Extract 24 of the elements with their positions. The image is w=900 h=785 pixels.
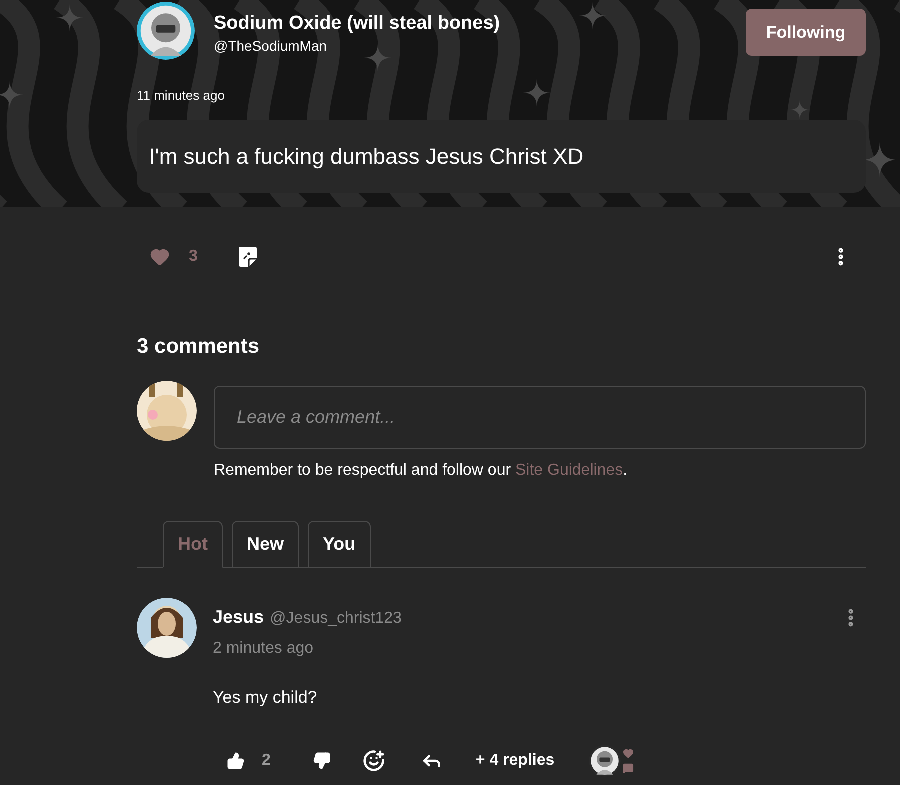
author-handle[interactable]: @TheSodiumMan bbox=[214, 36, 500, 56]
sort-tab[interactable]: You bbox=[308, 521, 371, 568]
comment-text: Yes my child? bbox=[213, 687, 318, 709]
commenter-name[interactable]: Jesus bbox=[213, 604, 264, 631]
author-name[interactable]: Sodium Oxide (will steal bones) bbox=[214, 12, 500, 36]
sort-tab[interactable]: New bbox=[232, 521, 300, 568]
sticker-icon[interactable] bbox=[238, 246, 258, 268]
post-text: I'm such a fucking dumbass Jesus Christ XD bbox=[137, 120, 866, 193]
heart-icon[interactable] bbox=[150, 247, 170, 267]
thumbs-up-icon[interactable] bbox=[227, 752, 245, 770]
post-time: 11 minutes ago bbox=[137, 87, 226, 105]
emoji-add-icon[interactable] bbox=[362, 750, 385, 772]
following-button[interactable]: Following bbox=[746, 9, 866, 56]
comment-icon bbox=[622, 762, 634, 774]
thumbs-down-icon[interactable] bbox=[312, 752, 331, 770]
like-count: 3 bbox=[189, 247, 198, 267]
comments-heading: 3 comments bbox=[137, 334, 261, 360]
like-count: 2 bbox=[262, 750, 271, 770]
guidelines-note: Remember to be respectful and follow our Site Guidelines. bbox=[214, 461, 629, 481]
comment-time: 2 minutes ago bbox=[213, 639, 315, 659]
commenter-handle[interactable]: @Jesus_christ123 bbox=[270, 607, 402, 631]
heart-icon bbox=[622, 748, 634, 758]
replies-button[interactable]: + 4 replies bbox=[476, 748, 555, 772]
comment-field[interactable]: Leave a comment... bbox=[214, 386, 866, 449]
